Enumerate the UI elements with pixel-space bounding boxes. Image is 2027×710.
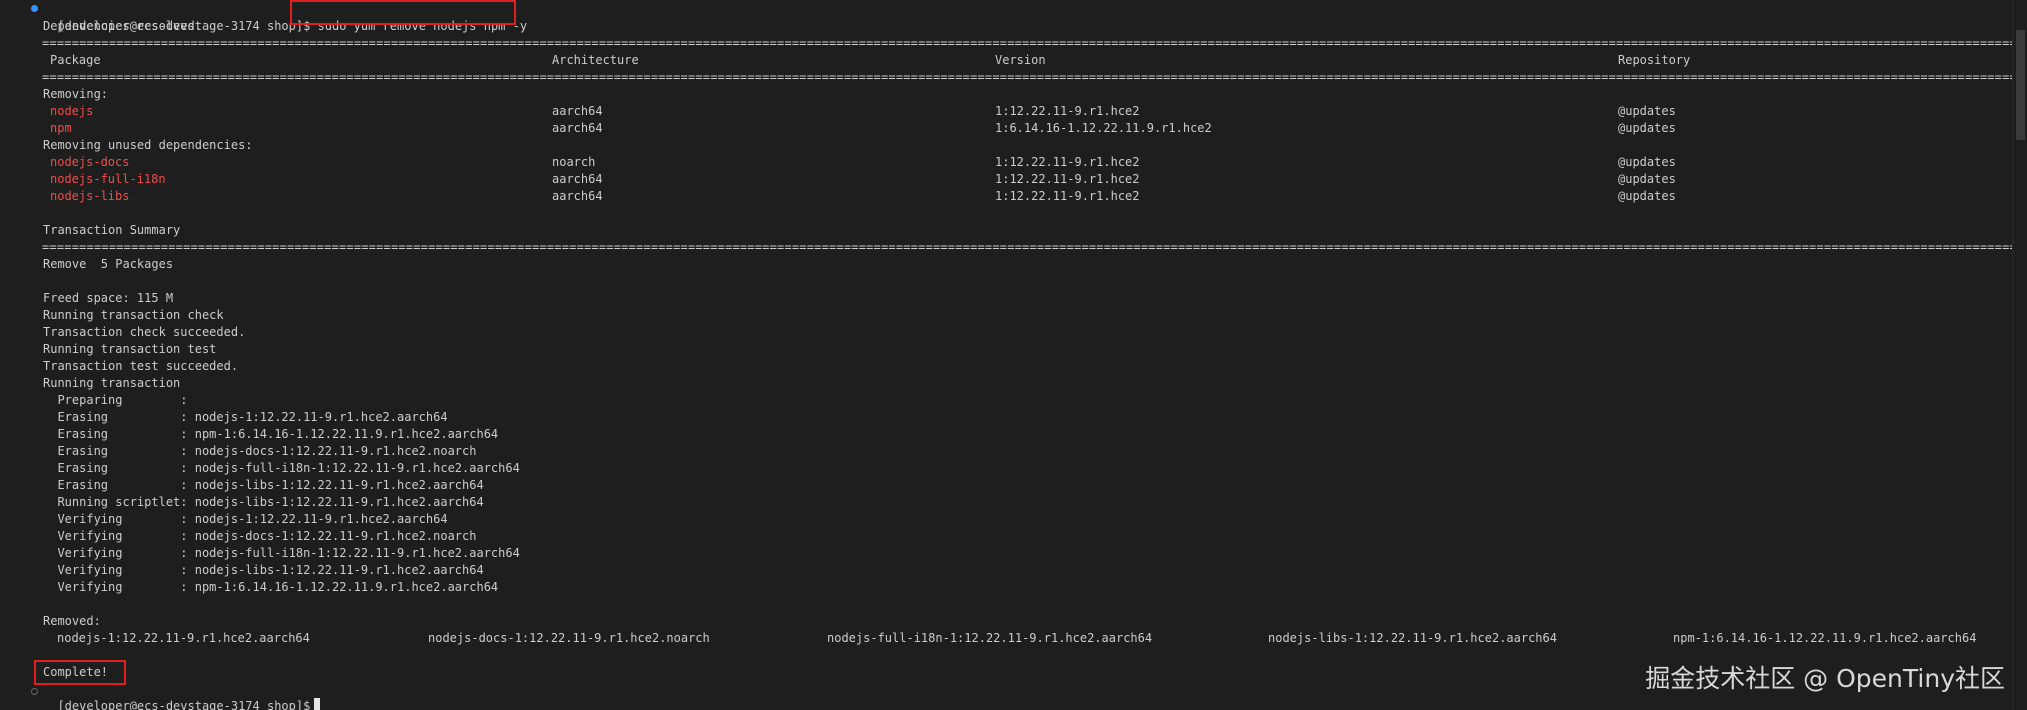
removed-item: npm-1:6.14.16-1.12.22.11.9.r1.hce2.aarch… bbox=[1673, 631, 1977, 645]
package-repo: @updates bbox=[1618, 172, 1676, 186]
column-header-package: Package bbox=[50, 53, 101, 67]
separator-header: ========================================… bbox=[42, 70, 2027, 84]
package-arch: aarch64 bbox=[552, 172, 603, 186]
removed-item: nodejs-libs-1:12.22.11-9.r1.hce2.aarch64 bbox=[1268, 631, 1557, 645]
package-name: nodejs bbox=[50, 104, 94, 118]
removed-item: nodejs-full-i18n-1:12.22.11-9.r1.hce2.aa… bbox=[827, 631, 1153, 645]
package-repo: @updates bbox=[1618, 121, 1676, 135]
package-repo: @updates bbox=[1618, 155, 1676, 169]
log-line: Erasing : nodejs-full-i18n-1:12.22.11-9.… bbox=[43, 461, 520, 475]
column-header-version: Version bbox=[995, 53, 1046, 67]
package-version: 1:12.22.11-9.r1.hce2 bbox=[995, 172, 1140, 186]
log-line: Verifying : nodejs-1:12.22.11-9.r1.hce2.… bbox=[43, 512, 448, 526]
watermark-text: 掘金技术社区 @ OpenTiny社区 bbox=[1645, 664, 2005, 693]
package-name: nodejs-docs bbox=[50, 155, 130, 169]
unused-deps-label: Removing unused dependencies: bbox=[43, 138, 253, 152]
log-line: Preparing : bbox=[43, 393, 188, 407]
terminal-scrollbar[interactable] bbox=[2012, 0, 2027, 710]
package-repo: @updates bbox=[1618, 189, 1676, 203]
command-highlight-box bbox=[290, 0, 516, 25]
log-line: Verifying : npm-1:6.14.16-1.12.22.11.9.r… bbox=[43, 580, 499, 594]
terminal-cursor bbox=[314, 698, 321, 710]
separator-top: ========================================… bbox=[42, 36, 2027, 50]
log-line: Running scriptlet: nodejs-libs-1:12.22.1… bbox=[43, 495, 484, 509]
removed-item: nodejs-docs-1:12.22.11-9.r1.hce2.noarch bbox=[428, 631, 710, 645]
final-prompt-text: [developer@ecs-devstage-3174 shop]$ bbox=[57, 699, 311, 710]
package-version: 1:6.14.16-1.12.22.11.9.r1.hce2 bbox=[995, 121, 1212, 135]
scrollbar-thumb[interactable] bbox=[2016, 30, 2025, 140]
package-version: 1:12.22.11-9.r1.hce2 bbox=[995, 189, 1140, 203]
package-version: 1:12.22.11-9.r1.hce2 bbox=[995, 104, 1140, 118]
log-line: Verifying : nodejs-docs-1:12.22.11-9.r1.… bbox=[43, 529, 477, 543]
prompt-status-dot[interactable] bbox=[31, 688, 38, 695]
column-header-repository: Repository bbox=[1618, 53, 1691, 67]
package-name: nodejs-libs bbox=[50, 189, 130, 203]
package-arch: aarch64 bbox=[552, 189, 603, 203]
log-line: Erasing : nodejs-docs-1:12.22.11-9.r1.hc… bbox=[43, 444, 477, 458]
log-line: Running transaction bbox=[43, 376, 181, 390]
package-version: 1:12.22.11-9.r1.hce2 bbox=[995, 155, 1140, 169]
package-name: nodejs-full-i18n bbox=[50, 172, 166, 186]
log-line: Erasing : npm-1:6.14.16-1.12.22.11.9.r1.… bbox=[43, 427, 499, 441]
log-line: Erasing : nodejs-1:12.22.11-9.r1.hce2.aa… bbox=[43, 410, 448, 424]
removing-label: Removing: bbox=[43, 87, 109, 101]
transaction-summary-label: Transaction Summary bbox=[43, 223, 181, 237]
package-arch: noarch bbox=[552, 155, 596, 169]
package-arch: aarch64 bbox=[552, 104, 603, 118]
removed-item: nodejs-1:12.22.11-9.r1.hce2.aarch64 bbox=[57, 631, 310, 645]
log-line: Running transaction check bbox=[43, 308, 224, 322]
separator-summary: ========================================… bbox=[42, 240, 2027, 254]
log-line: Freed space: 115 M bbox=[43, 291, 174, 305]
package-name: npm bbox=[50, 121, 72, 135]
removed-label: Removed: bbox=[43, 614, 101, 628]
final-prompt-line[interactable]: [developer@ecs-devstage-3174 shop]$ bbox=[43, 681, 321, 710]
package-repo: @updates bbox=[1618, 104, 1676, 118]
remove-count-text: Remove 5 Packages bbox=[43, 257, 174, 271]
package-arch: aarch64 bbox=[552, 121, 603, 135]
log-line: Running transaction test bbox=[43, 342, 217, 356]
log-line: Verifying : nodejs-libs-1:12.22.11-9.r1.… bbox=[43, 563, 484, 577]
log-line: Erasing : nodejs-libs-1:12.22.11-9.r1.hc… bbox=[43, 478, 484, 492]
log-line: Verifying : nodejs-full-i18n-1:12.22.11-… bbox=[43, 546, 520, 560]
log-line: Transaction test succeeded. bbox=[43, 359, 239, 373]
command-status-dot[interactable] bbox=[31, 5, 38, 12]
deps-resolved-text: Dependencies resolved. bbox=[43, 19, 202, 33]
column-header-architecture: Architecture bbox=[552, 53, 639, 67]
log-line: Transaction check succeeded. bbox=[43, 325, 246, 339]
